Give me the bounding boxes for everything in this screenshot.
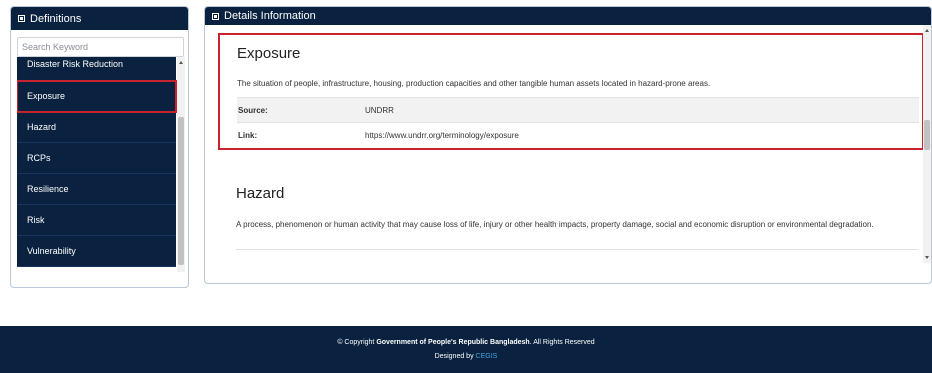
- definitions-panel: Definitions Disaster Risk Reduction Expo…: [10, 6, 189, 288]
- scroll-up-arrow-icon[interactable]: [179, 61, 183, 64]
- term-description: A process, phenomenon or human activity …: [236, 220, 874, 229]
- definitions-list: Disaster Risk Reduction Exposure Hazard …: [17, 57, 177, 267]
- term-description: The situation of people, infrastructure,…: [237, 79, 711, 88]
- list-item-label: Vulnerability: [27, 246, 76, 256]
- source-value: UNDRR: [365, 97, 919, 123]
- definitions-title: Definitions: [30, 12, 82, 25]
- list-item-label: Hazard: [27, 122, 57, 132]
- definitions-scrollbar[interactable]: [177, 57, 185, 272]
- copyright-owner: Government of People's Republic Banglade…: [376, 339, 530, 346]
- list-item-hazard[interactable]: Hazard: [17, 112, 176, 143]
- term-info-table: Source: UNDRR Link: https://www.undrr.or…: [237, 97, 919, 148]
- definitions-list-container: Disaster Risk Reduction Exposure Hazard …: [17, 57, 185, 272]
- details-panel: Details Information Exposure The situati…: [204, 6, 932, 284]
- term-title: Hazard: [236, 185, 285, 202]
- footer: © Copyright Government of People's Repub…: [0, 326, 932, 373]
- list-item-label: Exposure: [27, 91, 66, 101]
- scroll-up-arrow-icon[interactable]: [925, 29, 929, 32]
- list-item-resilience[interactable]: Resilience: [17, 174, 176, 205]
- list-item-rcps[interactable]: RCPs: [17, 143, 176, 174]
- panel-icon: [212, 12, 219, 20]
- source-label: Source:: [237, 97, 365, 123]
- term-title: Exposure: [237, 45, 301, 62]
- details-header: Details Information: [205, 7, 931, 25]
- term-card-exposure: Exposure The situation of people, infras…: [218, 33, 924, 150]
- scroll-down-arrow-icon[interactable]: [925, 256, 929, 259]
- list-item-label: Resilience: [27, 184, 69, 194]
- scrollbar-thumb[interactable]: [178, 117, 184, 265]
- list-item-label: Risk: [27, 215, 45, 225]
- scrollbar-thumb[interactable]: [924, 120, 930, 150]
- list-item-label: RCPs: [27, 153, 51, 163]
- link-value[interactable]: https://www.undrr.org/terminology/exposu…: [365, 122, 919, 148]
- panel-icon: [18, 15, 25, 22]
- divider: [236, 249, 918, 250]
- table-row: Link: https://www.undrr.org/terminology/…: [237, 122, 919, 148]
- search-keyword-input[interactable]: [17, 37, 184, 57]
- details-scrollbar[interactable]: [923, 25, 931, 263]
- designed-by-text: Designed by CEGIS: [0, 353, 932, 360]
- table-row: Source: UNDRR: [237, 97, 919, 123]
- list-item-label: Disaster Risk Reduction: [27, 59, 124, 69]
- link-label: Link:: [237, 122, 365, 148]
- details-title: Details Information: [224, 10, 316, 22]
- list-item-vulnerability[interactable]: Vulnerability: [17, 236, 176, 267]
- definitions-header: Definitions: [11, 7, 188, 30]
- list-item-risk[interactable]: Risk: [17, 205, 176, 236]
- designed-by-label: Designed by: [434, 353, 474, 360]
- designer-link[interactable]: CEGIS: [476, 353, 498, 360]
- copyright-prefix: © Copyright: [337, 339, 375, 346]
- list-item-disaster-risk-reduction[interactable]: Disaster Risk Reduction: [17, 57, 176, 81]
- list-item-exposure[interactable]: Exposure: [17, 80, 177, 113]
- copyright-text: © Copyright Government of People's Repub…: [0, 339, 932, 346]
- copyright-suffix: . All Rights Reserved: [529, 339, 595, 346]
